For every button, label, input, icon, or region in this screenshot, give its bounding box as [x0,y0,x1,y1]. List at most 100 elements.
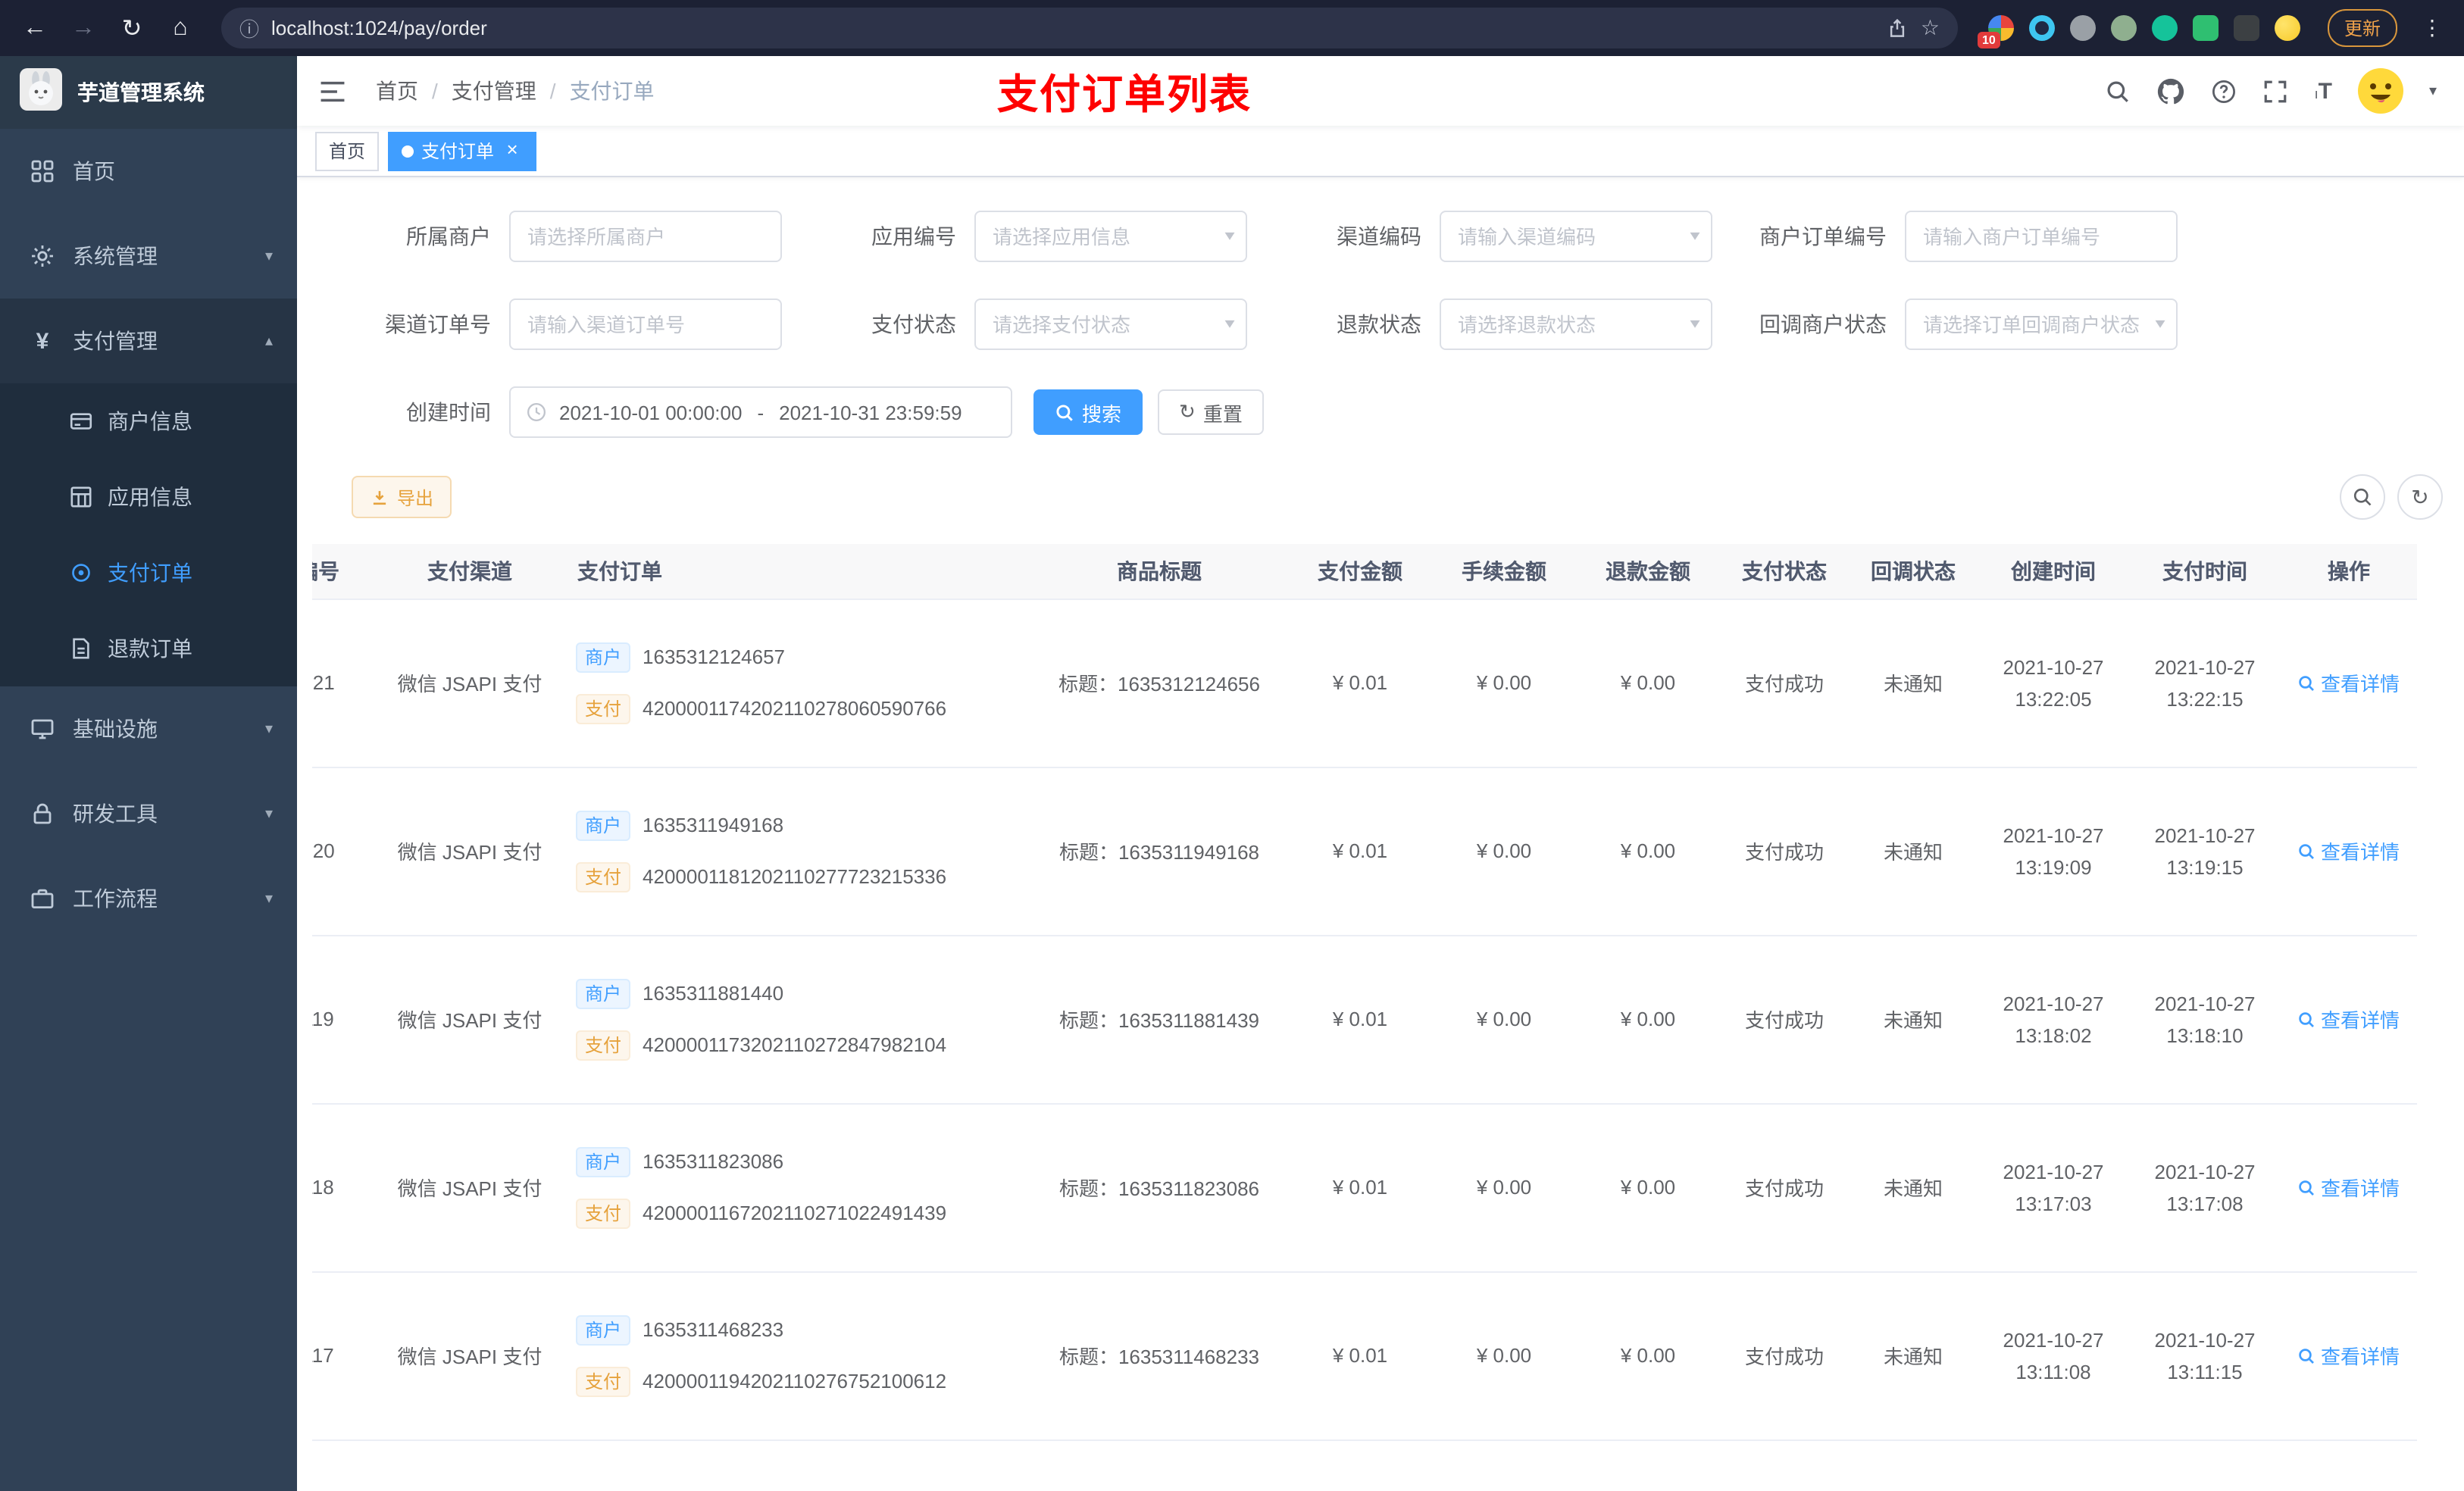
sidebar-subitem-2-2[interactable]: 支付订单 [0,535,297,611]
cell-amount [1288,1439,1432,1491]
sidebar-item-1[interactable]: 系统管理 ▾ [0,214,297,299]
table-row-1: 120微信 JSAPI 支付商户 1635311949168 支付 420000118… [312,767,2417,936]
chat-extension-icon[interactable] [2192,15,2219,41]
view-detail-link[interactable]: 查看详情 [2298,1005,2400,1033]
browser-update-button[interactable]: 更新 [2327,9,2397,47]
clock-icon [526,402,547,423]
help-icon[interactable] [2212,78,2237,104]
search-icon[interactable] [2106,78,2131,104]
url-bar[interactable]: ⓘ localhost:1024/pay/order ☆ [221,8,1958,48]
sidebar-subitem-2-1[interactable]: 应用信息 [0,459,297,535]
github-icon[interactable] [2157,77,2186,105]
search-button[interactable]: 搜索 [1033,389,1143,435]
filter-select-6[interactable] [1440,299,1712,350]
bookmark-star-icon[interactable]: ☆ [1921,15,1940,41]
sidebar-subitem-2-3[interactable]: 退款订单 [0,611,297,686]
view-detail-link[interactable]: 查看详情 [2298,668,2400,697]
check-extension-icon[interactable] [2151,15,2178,41]
cell-channel: 微信 JSAPI 支付 [364,1271,576,1440]
pay-tag: 支付 [576,1030,631,1060]
view-detail-link[interactable]: 查看详情 [2298,836,2400,865]
chevron-down-icon[interactable]: ▾ [2429,83,2437,99]
sidebar-subitem-label: 应用信息 [108,485,192,509]
date-range-picker[interactable]: 2021-10-01 00:00:00 - 2021-10-31 23:59:5… [509,386,1012,438]
filter-input-3[interactable] [1905,211,2178,262]
chevron-down-icon: ▾ [264,720,273,737]
tag-close-icon[interactable]: × [502,139,523,161]
cell-order: 商户 1635312124657 支付 42000011742021102780605… [576,599,1030,767]
grey-green-extension-icon[interactable] [2110,15,2137,41]
sidebar-item-label: 基础设施 [73,717,158,741]
sidebar-item-0[interactable]: 首页 [0,129,297,214]
browser-menu-icon[interactable]: ⋮ [2416,15,2449,41]
tag-1[interactable]: 支付订单 × [388,131,537,170]
grey-extension-icon[interactable] [2069,15,2096,41]
cell-pay-time [2129,1439,2281,1491]
font-size-icon[interactable]: ıT [2315,78,2332,104]
tag-0[interactable]: 首页 [315,131,380,170]
refresh-icon[interactable]: ↻ [112,8,152,48]
back-icon[interactable]: ← [15,8,55,48]
cell-amount: ¥ 0.01 [1288,1103,1432,1272]
breadcrumb-current: 支付订单 [569,79,655,103]
date-end: 2021-10-31 23:59:59 [779,401,962,424]
cell-order: 商户 1635311823086 支付 42000011672021102710224… [576,1103,1030,1272]
cell-channel: 微信 JSAPI 支付 [364,767,576,936]
toggle-search-icon[interactable] [2340,474,2385,520]
merchant-order-no: 1635311468233 [643,1318,784,1341]
sidebar-subitem-label: 支付订单 [108,561,192,585]
pay-tag: 支付 [576,861,631,892]
cell-status [1720,1439,1849,1491]
detail-search-icon [2298,842,2316,860]
filter-select-7[interactable] [1905,299,2178,350]
filter-field-7: 回调商户状态▾ [1747,299,2212,350]
fullscreen-icon[interactable] [2263,78,2289,104]
avatar[interactable] [2357,68,2403,114]
extension-colorful-icon[interactable]: 10 [1977,15,2014,48]
sidebar-item-4[interactable]: 研发工具 ▾ [0,771,297,856]
column-header-5: 手续金额 [1432,544,1576,599]
sidebar-item-2[interactable]: ¥ 支付管理 ▴ [0,299,297,383]
puzzle-extension-icon[interactable] [2233,15,2259,41]
content: 所属商户应用编号▾渠道编码▾商户订单编号渠道订单号支付状态▾退款状态▾回调商户状… [297,177,2464,1491]
refresh-table-icon[interactable]: ↻ [2397,474,2443,520]
sidebar-item-3[interactable]: 基础设施 ▾ [0,686,297,771]
site-info-icon[interactable]: ⓘ [239,14,259,42]
main-area: 首页 / 支付管理 / 支付订单 支付订单列表 ıT ▾ 首页 支付订单 × 所… [297,56,2464,1491]
drop-extension-icon[interactable] [2028,15,2055,41]
filter-input-4[interactable] [509,299,782,350]
sidebar: 芋道管理系统 首页 系统管理 ▾ ¥ 支付管理 ▴ 商户信息应用信息支付订单退款订单基础设施… [0,56,297,1491]
breadcrumb-home[interactable]: 首页 [376,76,418,106]
cell-create-time: 2021-10-27 13:22:05 [1978,599,2129,767]
cell-refund: ¥ 0.00 [1576,599,1720,767]
cell-refund: ¥ 0.00 [1576,767,1720,936]
cell-id [312,1439,364,1491]
app-logo[interactable]: 芋道管理系统 [0,56,297,129]
emoji-extension-icon[interactable] [2274,15,2300,41]
sidebar-item-5[interactable]: 工作流程 ▾ [0,856,297,941]
channel-order-no: 4200001167202110271022491439 [643,1202,947,1224]
forward-icon[interactable]: → [64,8,103,48]
cell-channel [364,1439,576,1491]
reset-button[interactable]: ↻ 重置 [1158,389,1264,435]
breadcrumb-pay[interactable]: 支付管理 [452,76,536,106]
cell-amount: ¥ 0.01 [1288,1271,1432,1440]
hamburger-icon[interactable] [318,76,349,106]
sidebar-subitem-label: 退款订单 [108,636,192,661]
date-start: 2021-10-01 00:00:00 [559,401,743,424]
view-detail-link[interactable]: 查看详情 [2298,1173,2400,1202]
cell-title: 标题：1635311881439 [1030,935,1288,1104]
view-detail-link[interactable]: 查看详情 [2298,1341,2400,1370]
filter-select-1[interactable] [974,211,1247,262]
export-button[interactable]: 导出 [352,476,452,518]
home-icon[interactable]: ⌂ [161,8,200,48]
cell-status: 支付成功 [1720,1103,1849,1272]
sidebar-subitem-2-0[interactable]: 商户信息 [0,383,297,459]
filter-input-0[interactable] [509,211,782,262]
filter-select-2[interactable] [1440,211,1712,262]
share-icon[interactable] [1887,17,1909,39]
filter-select-5[interactable] [974,299,1247,350]
top-navbar: 首页 / 支付管理 / 支付订单 支付订单列表 ıT ▾ [297,56,2464,126]
cell-pay-time: 2021-10-27 13:17:08 [2129,1103,2281,1272]
app-window: 芋道管理系统 首页 系统管理 ▾ ¥ 支付管理 ▴ 商户信息 应用信息 支付订单 退款订单 基础设施… [0,56,2464,1491]
